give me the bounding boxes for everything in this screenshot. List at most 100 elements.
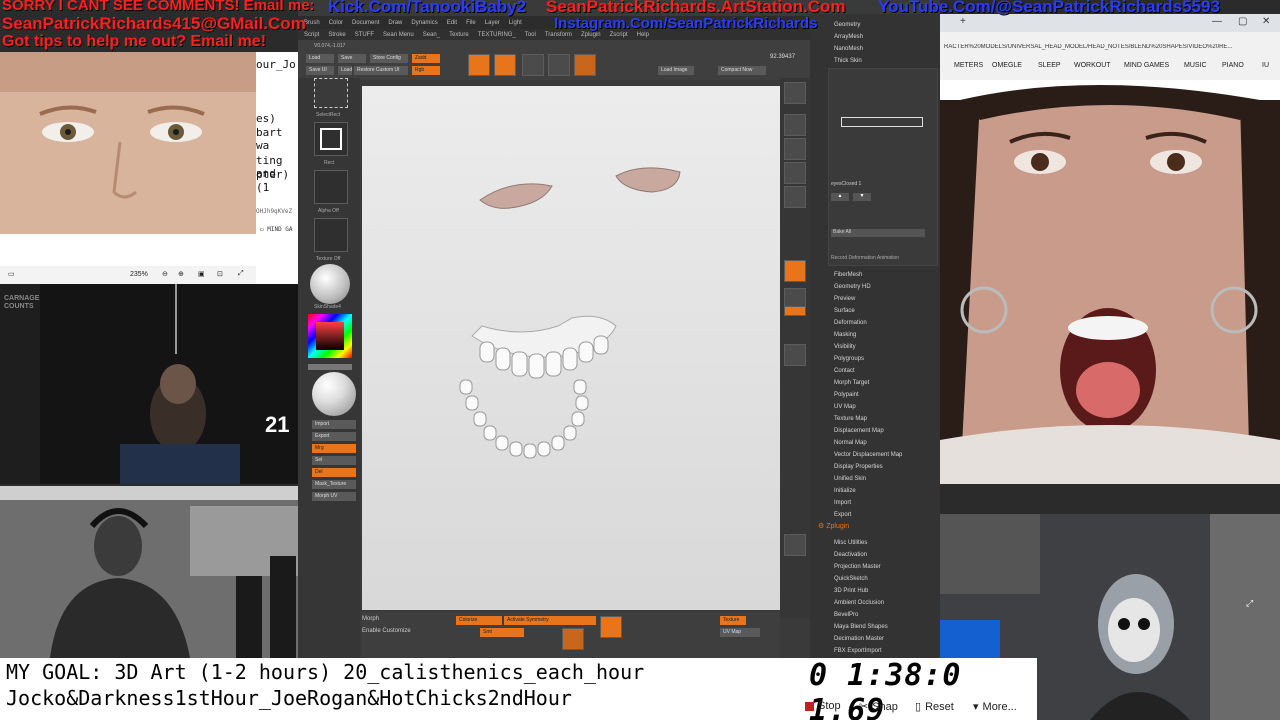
plugin-decimation-master[interactable]: Decimation Master <box>834 636 884 642</box>
menu-zscript[interactable]: Zscript <box>610 32 628 38</box>
scroll-icon[interactable] <box>784 114 806 136</box>
import-button[interactable]: Import <box>312 420 356 429</box>
tray-preview[interactable]: Preview <box>834 296 855 302</box>
colorize-button[interactable]: Colorize <box>456 616 502 625</box>
eyes-closed-layer[interactable]: eyesClosed 1 <box>831 181 861 187</box>
menu-script[interactable]: Script <box>304 32 319 38</box>
viewer-window-icon[interactable]: ▭ <box>8 270 15 278</box>
new-tab-icon[interactable]: + <box>960 16 966 27</box>
tray-geometry-hd[interactable]: Geometry HD <box>834 284 871 290</box>
bookmark-piano[interactable]: PIANO <box>1222 62 1244 69</box>
tray-polypaint[interactable]: Polypaint <box>834 392 859 398</box>
snap-button[interactable]: ✂ Snap <box>859 700 898 714</box>
bookmark-mind-games[interactable]: MIND GAMES <box>1124 62 1169 69</box>
menu-color[interactable]: Color <box>329 20 343 26</box>
actual-icon[interactable] <box>784 162 806 184</box>
bake-all-button[interactable]: Bake All <box>831 229 925 237</box>
close-window-icon[interactable]: ✕ <box>1262 16 1270 27</box>
tray-export[interactable]: Export <box>834 512 851 518</box>
zoom-icon[interactable] <box>784 138 806 160</box>
material-icon[interactable] <box>310 264 350 304</box>
menu-brush[interactable]: Brush <box>304 20 320 26</box>
plugin-misc-utilities[interactable]: Misc Utilities <box>834 540 867 546</box>
minimize-icon[interactable]: — <box>1212 16 1222 27</box>
texture-button[interactable]: Texture <box>720 616 746 625</box>
fit-icon[interactable]: ▣ <box>198 270 205 278</box>
menu-help[interactable]: Help <box>637 32 649 38</box>
tray-unified-skin[interactable]: Unified Skin <box>834 476 866 482</box>
draw-mode-icon[interactable] <box>494 54 516 76</box>
maximize-icon[interactable]: ▢ <box>1238 16 1247 27</box>
brush-thumb-icon[interactable] <box>562 628 584 650</box>
load-image-button[interactable]: Load Image <box>658 66 694 75</box>
select-rect-icon[interactable] <box>314 78 348 108</box>
zadd-button[interactable]: Zadd <box>412 54 440 63</box>
plugin-deactivation[interactable]: Deactivation <box>834 552 867 558</box>
tray-polygroups[interactable]: Polygroups <box>834 356 864 362</box>
uv-map-button[interactable]: UV Map <box>720 628 760 637</box>
plugin-fbx-export-import[interactable]: FBX ExportImport <box>834 648 882 654</box>
bookmark-omegle[interactable]: OMEGLE <box>992 62 1022 69</box>
menu-sean-menu[interactable]: Sean Menu <box>383 32 414 38</box>
tray-arraymesh[interactable]: ArrayMesh <box>834 34 863 40</box>
alpha-icon[interactable] <box>314 170 348 204</box>
local-icon[interactable] <box>784 306 806 316</box>
bookmark-workout[interactable]: WORKOUT <box>1074 62 1111 69</box>
tray-display-properties[interactable]: Display Properties <box>834 464 883 470</box>
frame-icon[interactable] <box>784 344 806 366</box>
tray-texture-map[interactable]: Texture Map <box>834 416 867 422</box>
zbrush-canvas[interactable] <box>362 86 780 610</box>
cam-fullscreen-icon[interactable]: ⤢ <box>1246 598 1253 609</box>
menu-file[interactable]: File <box>466 20 476 26</box>
save-button[interactable]: Save <box>338 54 366 63</box>
tray-import[interactable]: Import <box>834 500 851 506</box>
restore-custom-ui-button[interactable]: Restore Custom UI <box>354 66 408 75</box>
edit-mode-icon[interactable] <box>468 54 490 76</box>
save-ui-button[interactable]: Save UI <box>306 66 334 75</box>
bookmark-music[interactable]: MUSIC <box>1184 62 1207 69</box>
zoom-out-icon[interactable]: ⊖ <box>162 270 168 278</box>
bookmark-meters[interactable]: METERS <box>954 62 983 69</box>
menu-draw[interactable]: Draw <box>388 20 402 26</box>
load-button[interactable]: Load <box>306 54 334 63</box>
tray-fibermesh[interactable]: FiberMesh <box>834 272 862 278</box>
tray-morph-target[interactable]: Morph Target <box>834 380 869 386</box>
menu-layer[interactable]: Layer <box>485 20 500 26</box>
tray-displacement-map[interactable]: Displacement Map <box>834 428 884 434</box>
tray-masking[interactable]: Masking <box>834 332 856 338</box>
menu-document[interactable]: Document <box>352 20 379 26</box>
tray-contact[interactable]: Contact <box>834 368 855 374</box>
morph-uv-button[interactable]: Morph UV <box>312 492 356 501</box>
menu-edit[interactable]: Edit <box>447 20 457 26</box>
plugin-ambient-occlusion[interactable]: Ambient Occlusion <box>834 600 884 606</box>
more-button[interactable]: ▾ More... <box>973 700 1017 714</box>
tray-nanomesh[interactable]: NanoMesh <box>834 46 863 52</box>
bpr-icon[interactable] <box>784 82 806 104</box>
menu-tool[interactable]: Tool <box>525 32 536 38</box>
zplugin-header[interactable]: ⚙ Zplugin <box>818 522 849 530</box>
rgb-button[interactable]: Rgb <box>412 66 440 75</box>
record-deformation-button[interactable]: Record Deformation Animation <box>831 255 899 261</box>
menu-zplugin[interactable]: Zplugin <box>581 32 601 38</box>
material-sphere-icon[interactable] <box>312 372 356 416</box>
menu-stroke[interactable]: Stroke <box>328 32 345 38</box>
address-bar[interactable]: RACTER%20MODELS/UNIVERSAL_HEAD_MODEL/HEA… <box>944 44 1276 56</box>
mask-texture-button[interactable]: Mask_Texture <box>312 480 356 489</box>
move-icon[interactable] <box>784 534 806 556</box>
tray-deformation[interactable]: Deformation <box>834 320 867 326</box>
rotate-mode-icon[interactable] <box>574 54 596 76</box>
menu-transform[interactable]: Transform <box>545 32 572 38</box>
zoom-in-icon[interactable]: ⊕ <box>178 270 184 278</box>
layer-down-icon[interactable]: ▼ <box>853 193 871 201</box>
smt-button[interactable]: Smt <box>480 628 524 637</box>
menu-texturing[interactable]: TEXTURING_ <box>478 32 516 38</box>
enable-customize-label[interactable]: Enable Customize <box>362 628 411 634</box>
plugin-quicksketch[interactable]: QuickSketch <box>834 576 868 582</box>
sel-button[interactable]: Sel <box>312 456 356 465</box>
bookmark-iu[interactable]: IU <box>1262 62 1269 69</box>
plugin-projection-master[interactable]: Projection Master <box>834 564 881 570</box>
plugin-maya-blend-shapes[interactable]: Maya Blend Shapes <box>834 624 888 630</box>
fullscreen-icon[interactable]: ⤢ <box>238 270 244 278</box>
tray-normal-map[interactable]: Normal Map <box>834 440 867 446</box>
load-ui-button[interactable]: Load <box>338 66 352 75</box>
